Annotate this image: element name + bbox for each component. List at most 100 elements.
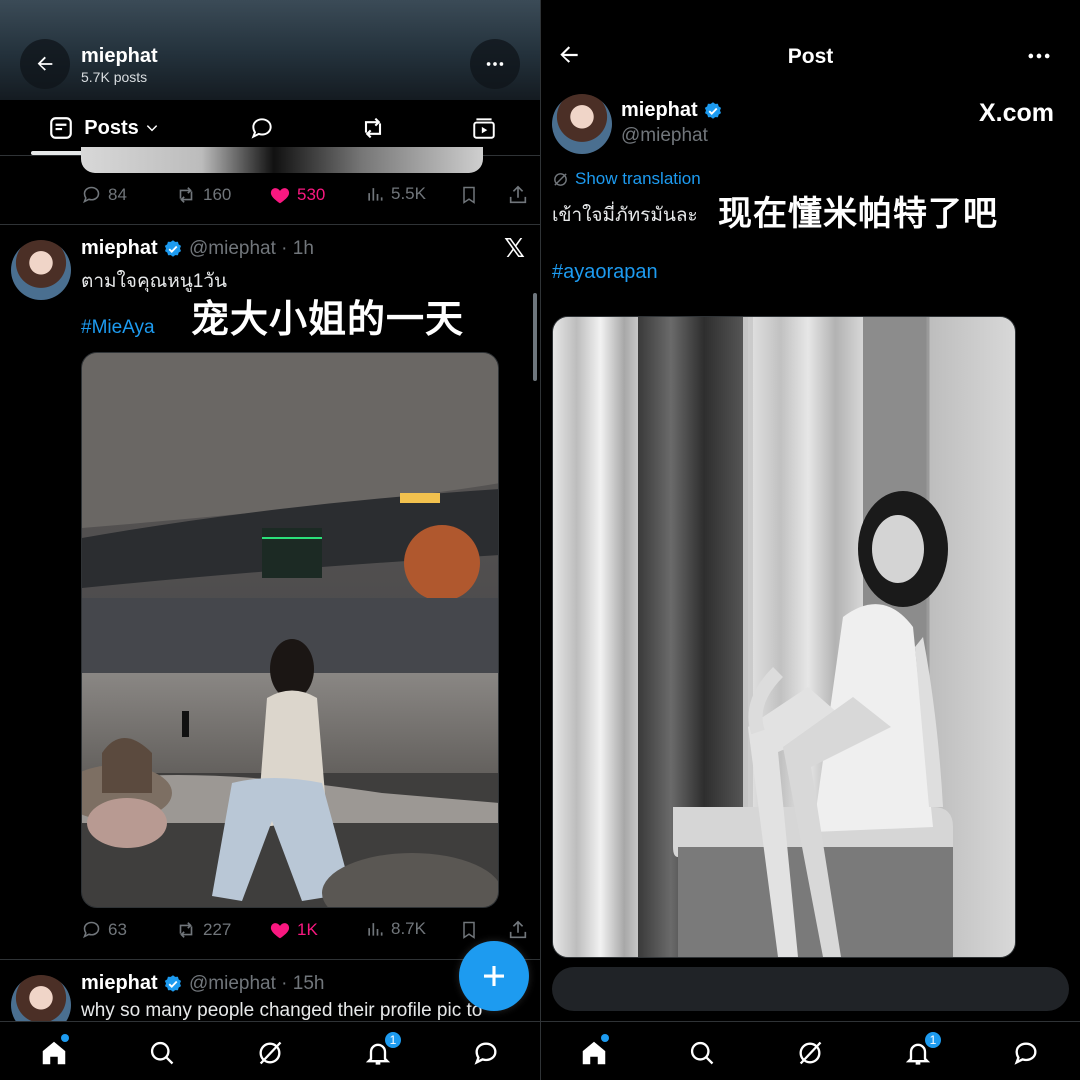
tab-posts-label: Posts — [84, 116, 139, 139]
share-button[interactable] — [507, 919, 529, 941]
posts-icon — [50, 117, 73, 139]
nav-search[interactable] — [145, 1036, 179, 1070]
previous-post-image[interactable] — [81, 147, 483, 173]
post-detail-pane: Post miephat @miephat X.com Show transla… — [541, 0, 1080, 1080]
display-name: miephat — [621, 99, 698, 121]
display-name: miephat — [81, 972, 158, 994]
share-button[interactable] — [507, 184, 529, 206]
hashtag-link[interactable]: #ayaorapan — [552, 261, 658, 284]
post-count: 5.7K posts — [81, 69, 148, 85]
arrow-left-icon — [37, 56, 53, 71]
grok-icon — [799, 1041, 822, 1065]
caption-overlay: 宠大小姐的一天 — [191, 299, 465, 341]
post-photo[interactable] — [81, 352, 499, 908]
display-name: miephat — [81, 237, 158, 259]
post-handle-time: @miephat · 15h — [189, 973, 325, 994]
like-count: 530 — [297, 185, 326, 204]
back-button[interactable] — [20, 39, 70, 89]
window-portrait-photo — [553, 317, 1015, 957]
home-icon — [42, 1041, 66, 1065]
scrollbar[interactable] — [533, 293, 537, 381]
lounge-photo — [82, 353, 498, 907]
reply-button[interactable]: 63 — [81, 919, 127, 940]
bottom-nav: 1 — [541, 1021, 1080, 1080]
x-watermark: X.com — [979, 99, 1055, 127]
views-count: 5.5K — [391, 184, 426, 203]
post-actions: 63 227 1K 8.7K — [81, 919, 529, 943]
profile-timeline-pane: miephat 5.7K posts Posts 84 160 530 5.5K… — [0, 0, 540, 1080]
post-handle-time: @miephat · 1h — [189, 238, 314, 259]
repost-icon — [364, 117, 382, 139]
chevron-down-icon — [146, 125, 157, 132]
reply-count: 84 — [108, 184, 127, 204]
nav-search[interactable] — [685, 1036, 719, 1070]
unread-dot — [601, 1034, 609, 1042]
share-icon — [509, 185, 527, 204]
bookmark-button[interactable] — [459, 919, 479, 941]
nav-grok[interactable] — [253, 1036, 287, 1070]
more-button[interactable] — [1025, 42, 1053, 75]
show-translation-link[interactable]: Show translation — [552, 169, 701, 189]
post-text: why so many people changed their profile… — [81, 1000, 483, 1021]
repost-icon — [179, 187, 193, 203]
post-author-name[interactable]: miephat — [81, 972, 183, 995]
more-button[interactable] — [470, 39, 520, 89]
verified-badge-icon — [703, 101, 723, 121]
nav-messages[interactable] — [469, 1036, 503, 1070]
avatar[interactable] — [11, 240, 71, 300]
more-icon — [1028, 53, 1050, 59]
repost-button[interactable]: 160 — [175, 184, 231, 206]
grok-icon — [259, 1041, 282, 1065]
like-button[interactable]: 1K — [269, 919, 318, 941]
hashtag-link[interactable]: #MieAya — [81, 317, 155, 339]
repost-count: 160 — [203, 185, 232, 204]
caption-overlay: 现在懂米帕特了吧 — [718, 195, 998, 233]
post-text: เข้าใจมี่ภัทรมันละ — [552, 205, 698, 226]
like-count: 1K — [297, 920, 318, 939]
verified-badge-icon — [163, 239, 183, 259]
media-icon — [473, 118, 495, 139]
message-icon — [474, 1042, 497, 1065]
notification-badge: 1 — [383, 1030, 403, 1050]
nav-home[interactable] — [577, 1034, 611, 1070]
nav-home[interactable] — [37, 1034, 71, 1070]
profile-header: miephat 5.7K posts — [0, 0, 540, 100]
author-handle: @miephat — [621, 125, 708, 146]
views-icon — [368, 923, 383, 936]
compose-button[interactable] — [459, 941, 529, 1011]
unread-dot — [61, 1034, 69, 1042]
heart-filled-icon — [270, 923, 290, 939]
post-divider — [0, 224, 540, 225]
nav-messages[interactable] — [1009, 1036, 1043, 1070]
reply-input[interactable] — [552, 967, 1069, 1011]
search-icon — [690, 1041, 714, 1065]
views-button[interactable]: 5.5K — [365, 184, 426, 204]
x-logo-icon: 𝕏 — [504, 233, 525, 263]
page-title: Post — [787, 45, 834, 68]
nav-grok[interactable] — [793, 1036, 827, 1070]
post-author-name[interactable]: miephat — [81, 237, 183, 260]
views-count: 8.7K — [391, 919, 426, 938]
bookmark-button[interactable] — [459, 184, 479, 206]
repost-icon — [179, 922, 193, 938]
post-photo[interactable] — [552, 316, 1016, 958]
reply-icon — [83, 186, 100, 204]
search-icon — [150, 1041, 174, 1065]
repost-button[interactable]: 227 — [175, 919, 231, 941]
notification-badge: 1 — [923, 1030, 943, 1050]
heart-filled-icon — [270, 188, 290, 204]
post-author-name[interactable]: miephat — [621, 99, 723, 122]
verified-badge-icon — [163, 974, 183, 994]
nav-notifications[interactable]: 1 — [361, 1030, 403, 1070]
avatar[interactable] — [552, 94, 612, 154]
reply-button[interactable]: 84 — [81, 184, 127, 205]
like-button[interactable]: 530 — [269, 184, 325, 206]
views-button[interactable]: 8.7K — [365, 919, 426, 939]
message-icon — [1014, 1042, 1037, 1065]
nav-notifications[interactable]: 1 — [901, 1030, 943, 1070]
bookmark-icon — [463, 186, 475, 204]
reply-icon — [251, 118, 272, 139]
previous-post-actions: 84 160 530 5.5K — [81, 184, 529, 208]
share-icon — [509, 920, 527, 939]
reply-count: 63 — [108, 919, 127, 939]
